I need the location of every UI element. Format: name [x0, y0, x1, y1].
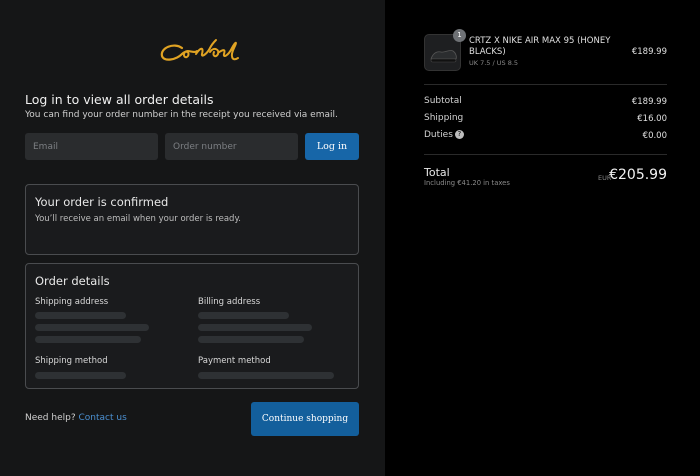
payment-method-placeholder-line: [198, 372, 334, 379]
subtotal-label: Subtotal: [424, 96, 462, 106]
order-details-title: Order details: [35, 274, 110, 288]
question-icon[interactable]: ?: [454, 130, 464, 139]
billing-address-placeholder-line: [198, 312, 289, 319]
tax-note: Including €41.20 in taxes: [424, 179, 510, 187]
billing-address-label: Billing address: [198, 297, 261, 307]
shipping-address-placeholder-line: [35, 312, 126, 319]
contact-us-link[interactable]: Contact us: [79, 413, 127, 423]
duties-value: €0.00: [642, 131, 667, 141]
order-confirmed-card: Your order is confirmed You’ll receive a…: [25, 184, 359, 255]
confirmation-text: You’ll receive an email when your order …: [35, 214, 241, 224]
duties-row-label: Duties?: [424, 130, 464, 140]
duties-label: Duties: [424, 130, 453, 140]
divider: [424, 84, 667, 85]
shipping-method-placeholder-line: [35, 372, 126, 379]
brand-logo[interactable]: [152, 34, 242, 68]
login-button[interactable]: Log in: [305, 133, 359, 160]
login-heading: Log in to view all order details: [25, 92, 214, 107]
product-name: CRTZ X NIKE AIR MAX 95 (HONEY BLACKS): [469, 36, 611, 57]
shipping-address-placeholder-line: [35, 324, 149, 331]
shipping-address-label: Shipping address: [35, 297, 109, 307]
continue-shopping-button[interactable]: Continue shopping: [251, 402, 359, 436]
payment-method-label: Payment method: [198, 356, 271, 366]
shipping-method-label: Shipping method: [35, 356, 108, 366]
quantity-badge: 1: [453, 29, 466, 42]
shipping-label: Shipping: [424, 113, 464, 123]
total-label: Total: [424, 166, 450, 179]
email-input[interactable]: [25, 133, 158, 160]
divider: [424, 154, 667, 155]
help-text: Need help? Contact us: [25, 413, 127, 423]
total-value: €205.99: [609, 167, 667, 183]
order-details-card: Order details Shipping address Billing a…: [25, 263, 359, 389]
product-price: €189.99: [631, 47, 667, 57]
shipping-address-placeholder-line: [35, 336, 141, 343]
product-variant: UK 7.5 / US 8.5: [469, 59, 519, 67]
confirmation-title: Your order is confirmed: [35, 195, 169, 209]
billing-address-placeholder-line: [198, 336, 304, 343]
billing-address-placeholder-line: [198, 324, 312, 331]
subtotal-value: €189.99: [631, 97, 667, 107]
order-number-input[interactable]: [165, 133, 298, 160]
login-subtitle: You can find your order number in the re…: [25, 110, 338, 120]
need-help-label: Need help?: [25, 413, 76, 423]
shipping-value: €16.00: [637, 114, 667, 124]
